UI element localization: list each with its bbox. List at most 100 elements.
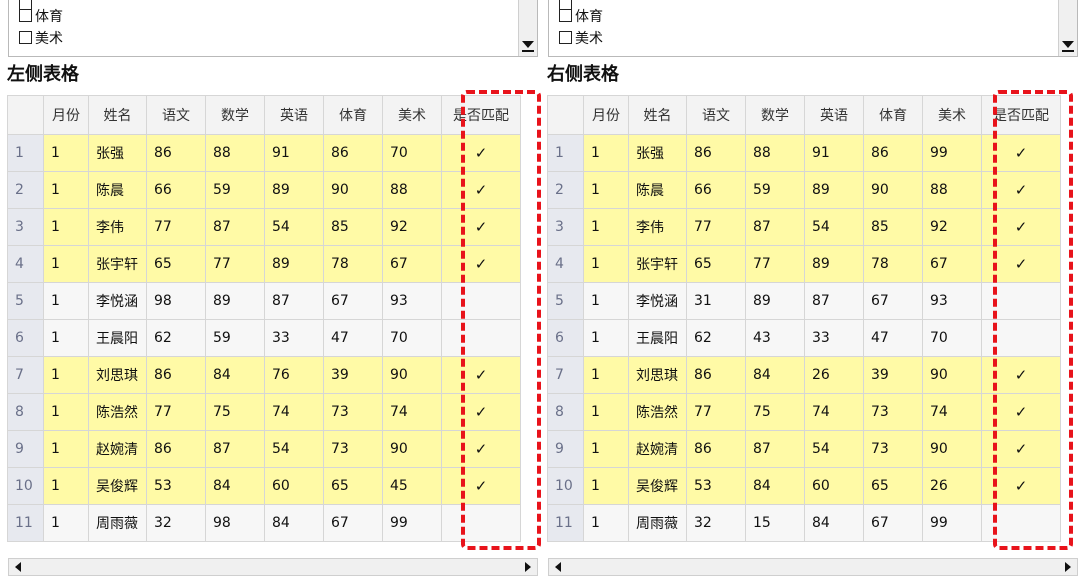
table-cell[interactable]: 85 — [323, 208, 383, 246]
table-cell[interactable]: 53 — [686, 467, 746, 505]
table-row[interactable]: 9 1 赵婉清 86 87 54 73 90 ✓ — [547, 430, 1061, 468]
table-cell[interactable]: 67 — [323, 282, 383, 320]
table-cell[interactable]: 87 — [205, 208, 265, 246]
table-cell[interactable]: 84 — [745, 356, 805, 394]
row-number[interactable]: 9 — [547, 430, 584, 468]
table-cell[interactable]: 66 — [146, 171, 206, 209]
table-cell[interactable]: 周雨薇 — [628, 504, 687, 542]
column-header[interactable]: 美术 — [922, 95, 982, 135]
table-cell[interactable]: 99 — [922, 504, 982, 542]
table-cell[interactable]: 89 — [745, 282, 805, 320]
table-cell[interactable]: 65 — [686, 245, 746, 283]
table-cell[interactable]: 74 — [264, 393, 324, 431]
table-cell[interactable]: 李伟 — [628, 208, 687, 246]
table-row[interactable]: 4 1 张宇轩 65 77 89 78 67 ✓ — [547, 245, 1061, 283]
table-row[interactable]: 1 1 张强 86 88 91 86 99 ✓ — [547, 134, 1061, 172]
table-cell[interactable]: 53 — [146, 467, 206, 505]
table-cell[interactable]: 1 — [583, 171, 629, 209]
table-cell[interactable]: 李悦涵 — [628, 282, 687, 320]
row-number[interactable]: 11 — [547, 504, 584, 542]
row-number[interactable]: 4 — [7, 245, 44, 283]
checkbox[interactable] — [559, 9, 572, 22]
table-row[interactable]: 6 1 王晨阳 62 59 33 47 70 — [7, 319, 521, 357]
table-cell[interactable]: 65 — [146, 245, 206, 283]
table-row[interactable]: 11 1 周雨薇 32 98 84 67 99 — [7, 504, 521, 542]
table-cell[interactable]: 90 — [323, 171, 383, 209]
row-number[interactable]: 10 — [7, 467, 44, 505]
column-header[interactable]: 月份 — [583, 95, 629, 135]
table-cell[interactable]: 99 — [382, 504, 442, 542]
table-cell[interactable]: 39 — [863, 356, 923, 394]
column-header[interactable]: 体育 — [863, 95, 923, 135]
table-cell[interactable]: 78 — [323, 245, 383, 283]
table-cell[interactable]: 45 — [382, 467, 442, 505]
table-cell[interactable]: 87 — [804, 282, 864, 320]
table-cell[interactable]: 84 — [205, 356, 265, 394]
row-number[interactable]: 4 — [547, 245, 584, 283]
row-number[interactable]: 1 — [7, 134, 44, 172]
table-cell[interactable]: 67 — [863, 282, 923, 320]
list-scrollbar[interactable] — [1058, 0, 1077, 56]
table-cell[interactable]: 1 — [43, 134, 89, 172]
table-cell[interactable]: 89 — [205, 282, 265, 320]
checkbox[interactable] — [559, 31, 572, 44]
table-cell[interactable]: 33 — [264, 319, 324, 357]
table-cell[interactable]: 李悦涵 — [88, 282, 147, 320]
row-number[interactable]: 8 — [547, 393, 584, 431]
table-row[interactable]: 7 1 刘思琪 86 84 76 39 90 ✓ — [7, 356, 521, 394]
table-cell[interactable]: 77 — [686, 208, 746, 246]
table-cell[interactable]: 88 — [922, 171, 982, 209]
table-cell[interactable]: 1 — [43, 282, 89, 320]
table-row[interactable]: 4 1 张宇轩 65 77 89 78 67 ✓ — [7, 245, 521, 283]
table-cell[interactable]: 1 — [43, 208, 89, 246]
row-number[interactable]: 7 — [7, 356, 44, 394]
table-cell[interactable]: 陈浩然 — [88, 393, 147, 431]
table-cell[interactable]: 32 — [686, 504, 746, 542]
table-cell[interactable]: 88 — [382, 171, 442, 209]
checkbox-item-pe[interactable]: 体育 — [19, 6, 63, 28]
table-cell[interactable]: 1 — [43, 467, 89, 505]
column-header[interactable]: 姓名 — [88, 95, 147, 135]
scroll-right-icon[interactable] — [1065, 562, 1071, 572]
table-cell[interactable]: 67 — [863, 504, 923, 542]
table-cell[interactable]: 1 — [583, 245, 629, 283]
table-row[interactable]: 3 1 李伟 77 87 54 85 92 ✓ — [547, 208, 1061, 246]
table-cell[interactable]: 1 — [43, 319, 89, 357]
table-cell[interactable]: 87 — [205, 430, 265, 468]
table-cell[interactable]: 1 — [583, 393, 629, 431]
table-cell[interactable]: 王晨阳 — [628, 319, 687, 357]
subject-checkbox-list[interactable]: 体育 美术 — [548, 0, 1078, 57]
table-cell[interactable]: 吴俊辉 — [628, 467, 687, 505]
table-cell[interactable]: 86 — [323, 134, 383, 172]
table-cell[interactable]: 86 — [863, 134, 923, 172]
table-cell[interactable]: 89 — [264, 245, 324, 283]
table-cell[interactable]: 1 — [583, 134, 629, 172]
table-cell[interactable]: 54 — [264, 208, 324, 246]
table-cell[interactable]: 1 — [43, 171, 89, 209]
table-cell[interactable]: 1 — [43, 393, 89, 431]
table-cell[interactable]: 59 — [745, 171, 805, 209]
table-cell[interactable]: 74 — [804, 393, 864, 431]
row-number[interactable]: 3 — [547, 208, 584, 246]
scroll-left-icon[interactable] — [555, 562, 561, 572]
table-cell[interactable]: 62 — [146, 319, 206, 357]
table-row[interactable]: 6 1 王晨阳 62 43 33 47 70 — [547, 319, 1061, 357]
table-cell[interactable]: 91 — [264, 134, 324, 172]
column-header[interactable]: 体育 — [323, 95, 383, 135]
table-cell[interactable]: 86 — [146, 430, 206, 468]
table-cell[interactable]: 85 — [863, 208, 923, 246]
table-cell[interactable]: 1 — [583, 208, 629, 246]
table-cell[interactable]: 张强 — [88, 134, 147, 172]
table-cell[interactable]: 1 — [583, 356, 629, 394]
table-cell[interactable]: 76 — [264, 356, 324, 394]
table-cell[interactable]: 74 — [922, 393, 982, 431]
table-cell[interactable]: 李伟 — [88, 208, 147, 246]
row-number[interactable]: 9 — [7, 430, 44, 468]
table-cell[interactable]: 84 — [745, 467, 805, 505]
table-cell[interactable]: 周雨薇 — [88, 504, 147, 542]
table-cell[interactable]: 26 — [922, 467, 982, 505]
table-cell[interactable]: 98 — [205, 504, 265, 542]
table-cell[interactable]: 刘思琪 — [88, 356, 147, 394]
corner-cell[interactable] — [547, 95, 584, 135]
table-cell[interactable]: 1 — [43, 504, 89, 542]
